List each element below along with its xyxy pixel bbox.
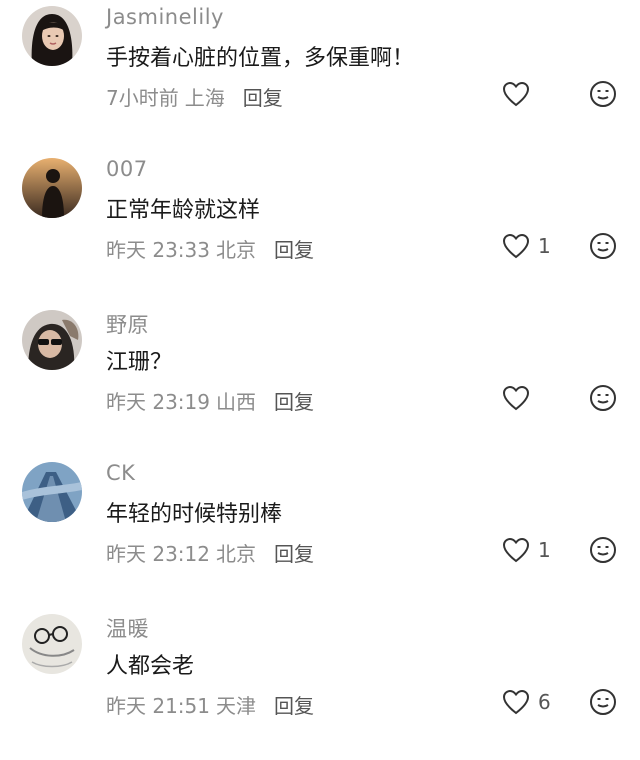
comment-time: 昨天 23:12 xyxy=(106,542,210,566)
comment-time: 昨天 21:51 xyxy=(106,694,210,718)
comment-text: 年轻的时候特别棒 xyxy=(106,502,283,527)
smiley-icon xyxy=(590,81,616,107)
avatar-blue-road xyxy=(22,462,82,522)
comment-meta: 7小时前 上海 回复 xyxy=(106,82,289,111)
heart-icon xyxy=(502,385,530,411)
emoji-reaction-button[interactable] xyxy=(589,688,617,716)
comment-time: 昨天 23:33 xyxy=(106,238,210,262)
comment-text: 正常年龄就这样 xyxy=(106,198,261,223)
avatar-silhouette-sunset xyxy=(22,158,82,218)
like-button[interactable]: 1 xyxy=(502,232,551,260)
reply-button[interactable]: 回复 xyxy=(274,542,314,566)
heart-icon xyxy=(502,233,530,259)
comment-location: 山西 xyxy=(216,390,256,414)
like-button[interactable] xyxy=(502,384,538,412)
comment-text: 手按着心脏的位置，多保重啊！ xyxy=(106,46,415,71)
like-button[interactable]: 6 xyxy=(502,688,551,716)
comment-location: 北京 xyxy=(216,542,256,566)
avatar[interactable] xyxy=(22,158,82,218)
comment-username[interactable]: 温暖 xyxy=(106,613,149,643)
like-button[interactable]: 1 xyxy=(502,536,551,564)
comment-meta: 昨天 23:12 北京 回复 xyxy=(106,538,320,567)
comment-meta: 昨天 23:33 北京 回复 xyxy=(106,234,320,263)
comment-location: 北京 xyxy=(216,238,256,262)
avatar[interactable] xyxy=(22,310,82,370)
smiley-icon xyxy=(590,385,616,411)
comment-item: CK 年轻的时候特别棒 昨天 23:12 北京 回复 1 xyxy=(0,456,640,608)
like-count: 1 xyxy=(538,538,551,562)
avatar-glasses-sketch xyxy=(22,614,82,674)
reply-button[interactable]: 回复 xyxy=(243,86,283,110)
heart-icon xyxy=(502,81,530,107)
avatar[interactable] xyxy=(22,6,82,66)
avatar-woman-portrait xyxy=(22,6,82,66)
emoji-reaction-button[interactable] xyxy=(589,232,617,260)
comment-username[interactable]: CK xyxy=(106,461,135,485)
comment-location: 天津 xyxy=(216,694,256,718)
comment-username[interactable]: 野原 xyxy=(106,309,149,339)
emoji-reaction-button[interactable] xyxy=(589,384,617,412)
emoji-reaction-button[interactable] xyxy=(589,536,617,564)
comment-username[interactable]: Jasminelily xyxy=(106,5,224,29)
comment-time: 7小时前 xyxy=(106,86,179,110)
smiley-icon xyxy=(590,233,616,259)
comment-item: Jasminelily 手按着心脏的位置，多保重啊！ 7小时前 上海 回复 xyxy=(0,0,640,152)
like-count: 6 xyxy=(538,690,551,714)
smiley-icon xyxy=(590,537,616,563)
heart-icon xyxy=(502,689,530,715)
comment-text: 江珊？ xyxy=(106,350,173,375)
like-button[interactable] xyxy=(502,80,538,108)
reply-button[interactable]: 回复 xyxy=(274,238,314,262)
like-count: 1 xyxy=(538,234,551,258)
reply-button[interactable]: 回复 xyxy=(274,694,314,718)
heart-icon xyxy=(502,537,530,563)
comment-item: 野原 江珊？ 昨天 23:19 山西 回复 xyxy=(0,304,640,456)
comment-username[interactable]: 007 xyxy=(106,157,148,181)
avatar[interactable] xyxy=(22,462,82,522)
smiley-icon xyxy=(590,689,616,715)
reply-button[interactable]: 回复 xyxy=(274,390,314,414)
comment-time: 昨天 23:19 xyxy=(106,390,210,414)
avatar[interactable] xyxy=(22,614,82,674)
comment-item: 007 正常年龄就这样 昨天 23:33 北京 回复 1 xyxy=(0,152,640,304)
comment-text: 人都会老 xyxy=(106,654,195,679)
comment-meta: 昨天 21:51 天津 回复 xyxy=(106,690,320,719)
comment-item: 温暖 人都会老 昨天 21:51 天津 回复 6 xyxy=(0,608,640,760)
comment-meta: 昨天 23:19 山西 回复 xyxy=(106,386,320,415)
emoji-reaction-button[interactable] xyxy=(589,80,617,108)
comment-location: 上海 xyxy=(184,86,225,110)
avatar-sunglasses-person xyxy=(22,310,82,370)
